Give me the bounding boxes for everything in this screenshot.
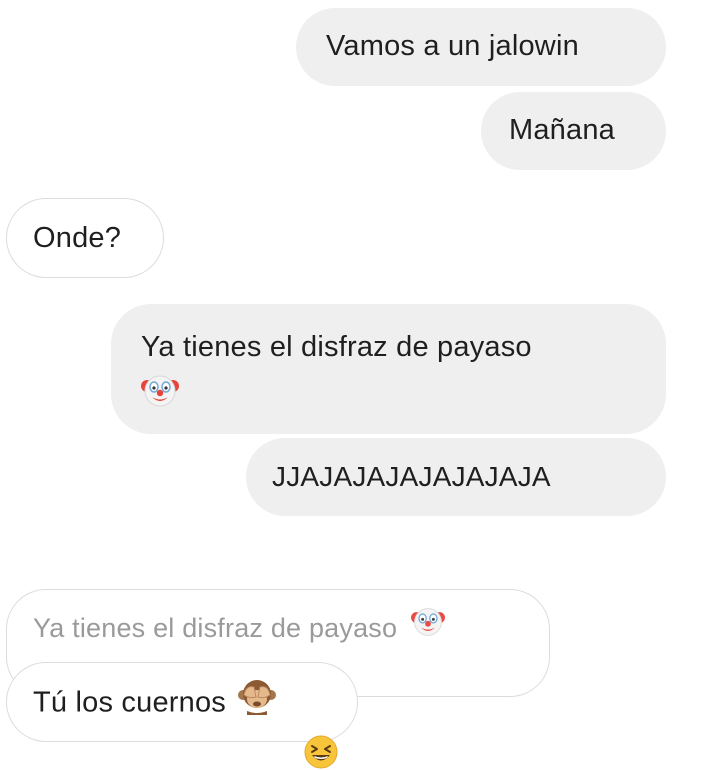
message-text: Onde?	[33, 222, 122, 254]
message-bubble-outgoing[interactable]: Mañana	[481, 92, 666, 170]
message-text: Tú los cuernos	[33, 686, 226, 719]
message-text: JJAJAJAJAJAJAJAJA	[272, 461, 551, 492]
message-bubble-incoming[interactable]: Tú los cuernos	[6, 662, 358, 742]
clown-face-icon	[141, 372, 179, 420]
clown-face-icon	[410, 605, 445, 649]
message-text: Ya tienes el disfraz de payaso	[141, 331, 532, 363]
reaction-badge[interactable]	[304, 735, 338, 769]
grinning-squinting-face-icon	[304, 735, 338, 770]
message-bubble-incoming[interactable]: Onde?	[6, 198, 164, 278]
message-bubble-outgoing[interactable]: Ya tienes el disfraz de payaso	[111, 304, 666, 434]
quoted-text: Ya tienes el disfraz de payaso	[33, 613, 398, 643]
message-bubble-outgoing[interactable]: JJAJAJAJAJAJAJAJA	[246, 438, 666, 516]
message-text: Vamos a un jalowin	[326, 30, 579, 62]
see-no-evil-monkey-icon	[238, 677, 277, 725]
message-text: Mañana	[509, 114, 615, 146]
message-bubble-outgoing[interactable]: Vamos a un jalowin	[296, 8, 666, 86]
